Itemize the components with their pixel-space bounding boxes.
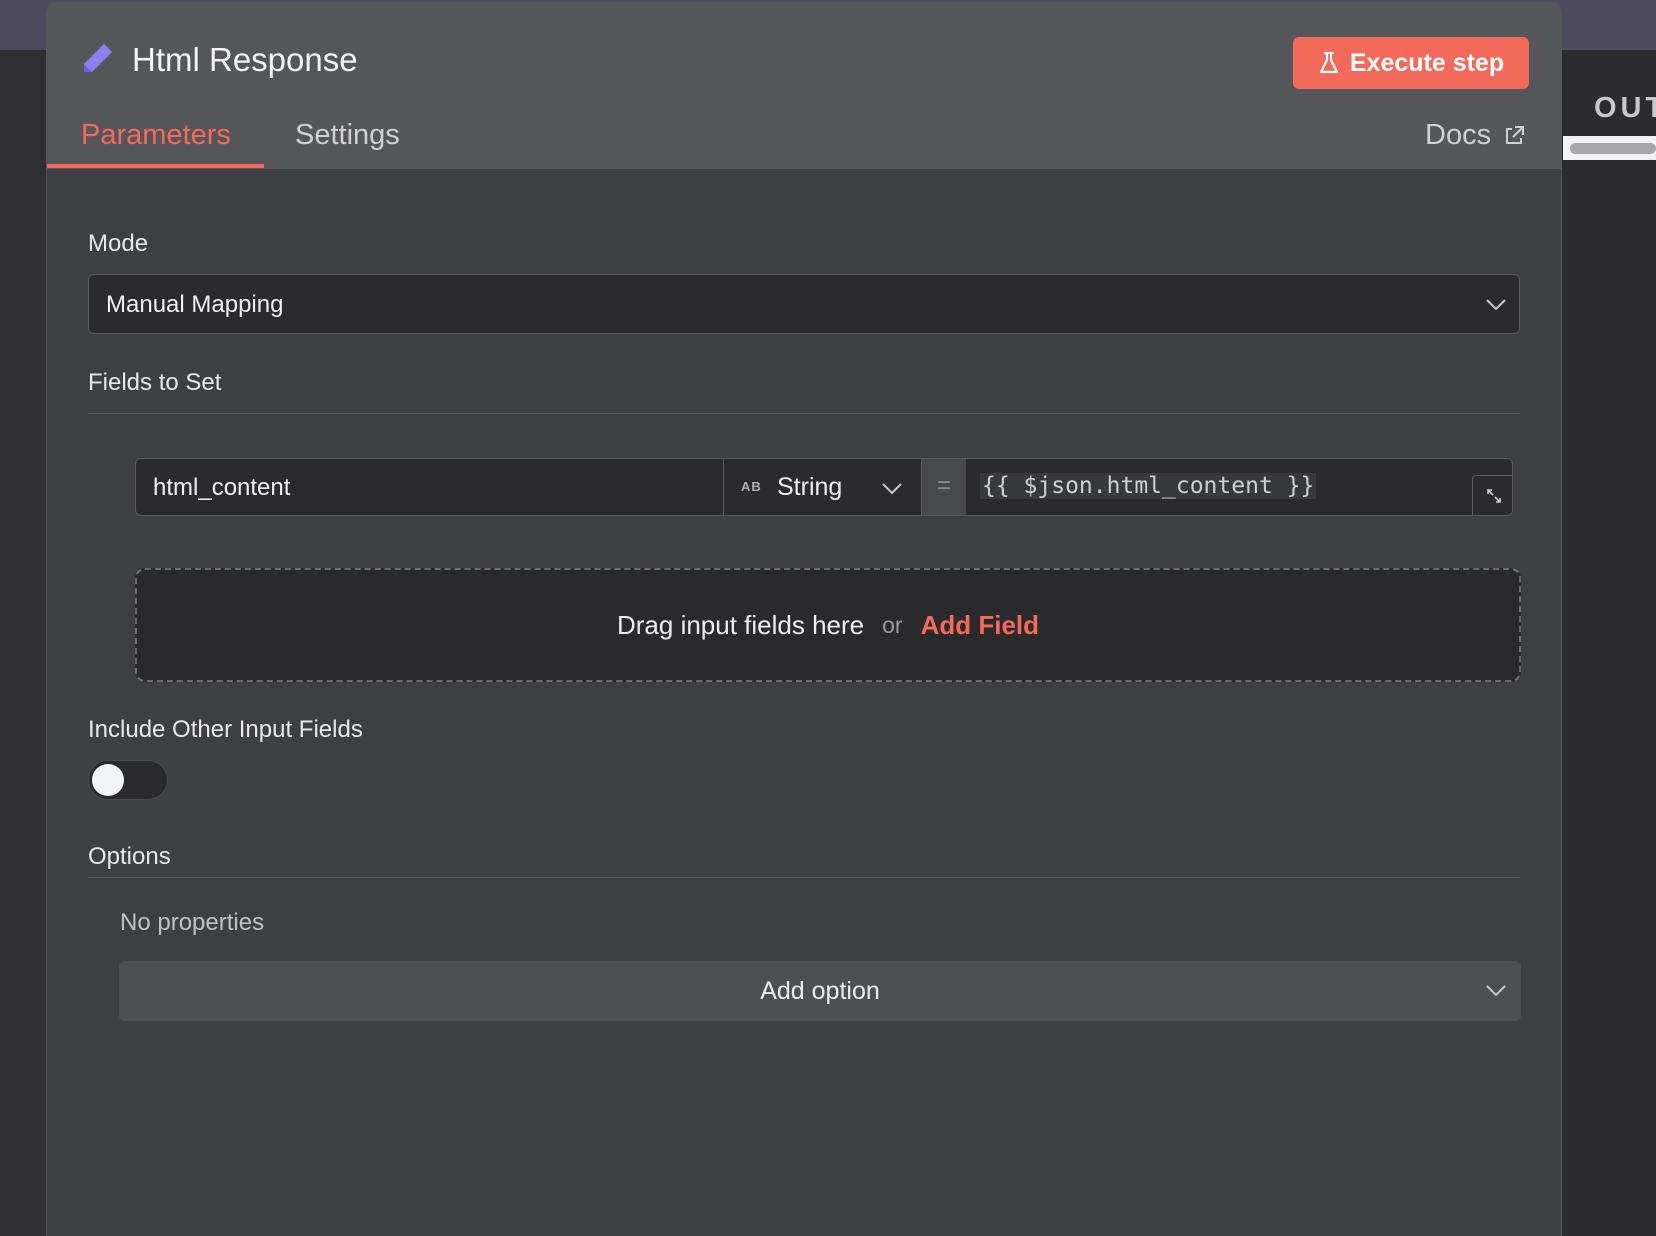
toggle-knob — [92, 764, 124, 796]
docs-label: Docs — [1425, 119, 1492, 151]
options-divider — [88, 877, 1520, 878]
execute-step-label: Execute step — [1349, 48, 1505, 77]
mode-select-value: Manual Mapping — [106, 291, 284, 318]
no-properties-text: No properties — [120, 909, 265, 936]
chevron-down-icon — [1486, 985, 1506, 997]
add-field-button[interactable]: Add Field — [921, 610, 1039, 641]
output-panel-scrollbar-thumb[interactable] — [1570, 143, 1656, 154]
equals-separator: = — [922, 459, 966, 515]
field-type-value: String — [777, 473, 843, 501]
dropzone-or: or — [882, 611, 903, 638]
field-value-expression: {{ $json.html_content }} — [980, 473, 1317, 499]
pencil-icon — [84, 44, 112, 72]
flask-icon — [1319, 51, 1338, 74]
fields-to-set-divider — [88, 413, 1520, 414]
docs-link[interactable]: Docs — [1425, 119, 1525, 152]
options-label: Options — [88, 843, 171, 870]
fields-to-set-label: Fields to Set — [88, 369, 222, 396]
panel-header: Html Response Execute step Parameters Se… — [47, 3, 1561, 169]
mode-label: Mode — [88, 230, 149, 257]
external-link-icon — [1506, 125, 1525, 144]
field-type-select[interactable]: AB String — [724, 459, 922, 515]
string-type-icon: AB — [741, 479, 762, 494]
canvas-left-background — [0, 50, 46, 1236]
output-panel-title: OUT — [1594, 92, 1656, 124]
field-name-input[interactable]: html_content — [136, 459, 724, 515]
dropzone-text: Drag input fields here — [616, 609, 865, 640]
chevron-down-icon — [882, 483, 902, 495]
node-parameters-panel: Html Response Execute step Parameters Se… — [46, 2, 1562, 1236]
node-title[interactable]: Html Response — [132, 41, 358, 79]
output-panel-background — [1560, 50, 1656, 1236]
include-other-toggle[interactable] — [88, 760, 168, 800]
tab-parameters[interactable]: Parameters — [81, 119, 231, 152]
field-dropzone[interactable]: Drag input fields here or Add Field — [135, 568, 1521, 682]
tab-settings[interactable]: Settings — [295, 119, 400, 152]
add-option-dropdown[interactable]: Add option — [119, 961, 1521, 1021]
expand-icon — [1487, 489, 1501, 503]
field-assignment-row: html_content AB String = {{ $json.html_c… — [135, 458, 1513, 516]
include-other-label: Include Other Input Fields — [88, 716, 363, 743]
execute-step-button[interactable]: Execute step — [1293, 37, 1529, 89]
field-name-value: html_content — [153, 474, 291, 501]
field-value-input[interactable]: {{ $json.html_content }} — [966, 459, 1472, 515]
add-option-label: Add option — [760, 977, 880, 1005]
chevron-down-icon — [1486, 299, 1506, 311]
active-tab-indicator — [47, 164, 264, 168]
expand-editor-button[interactable] — [1472, 475, 1512, 515]
mode-select[interactable]: Manual Mapping — [88, 274, 1520, 334]
